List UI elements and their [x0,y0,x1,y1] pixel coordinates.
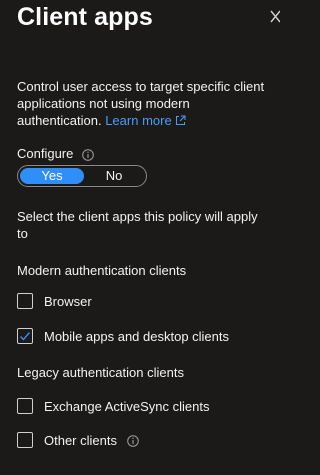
external-link-icon [175,113,186,130]
other-clients-label: Other clients [44,433,117,448]
exchange-activesync-checkbox[interactable] [17,398,33,414]
mobile-desktop-label: Mobile apps and desktop clients [44,329,230,344]
exchange-activesync-label: Exchange ActiveSync clients [44,399,210,414]
mobile-desktop-option[interactable]: Mobile apps and desktop clients [17,327,272,347]
client-apps-panel: Client apps Control user access to targe… [0,0,280,475]
legacy-auth-heading: Legacy authentication clients [17,365,184,380]
close-icon[interactable] [268,10,280,24]
learn-more-link[interactable]: Learn more [105,113,186,130]
browser-option[interactable]: Browser [17,292,272,312]
other-clients-option[interactable]: Other clients [17,431,272,451]
configure-toggle[interactable]: Yes No [17,165,147,187]
description: Control user access to target specific c… [17,78,267,130]
mobile-desktop-checkbox[interactable] [17,328,33,344]
toggle-no-option[interactable]: No [84,168,144,184]
other-clients-info-icon[interactable] [127,434,139,447]
browser-label: Browser [44,294,92,309]
modern-auth-heading: Modern authentication clients [17,263,187,278]
select-instructions: Select the client apps this policy will … [17,209,258,241]
info-icon[interactable] [82,148,94,161]
other-clients-checkbox[interactable] [17,432,33,448]
toggle-yes-option[interactable]: Yes [20,168,84,184]
exchange-activesync-option[interactable]: Exchange ActiveSync clients [17,397,272,417]
page-title: Client apps [17,3,153,31]
learn-more-label: Learn more [105,113,172,128]
configure-label: Configure [17,146,74,161]
checkmark-icon [20,332,31,341]
browser-checkbox[interactable] [17,293,33,309]
